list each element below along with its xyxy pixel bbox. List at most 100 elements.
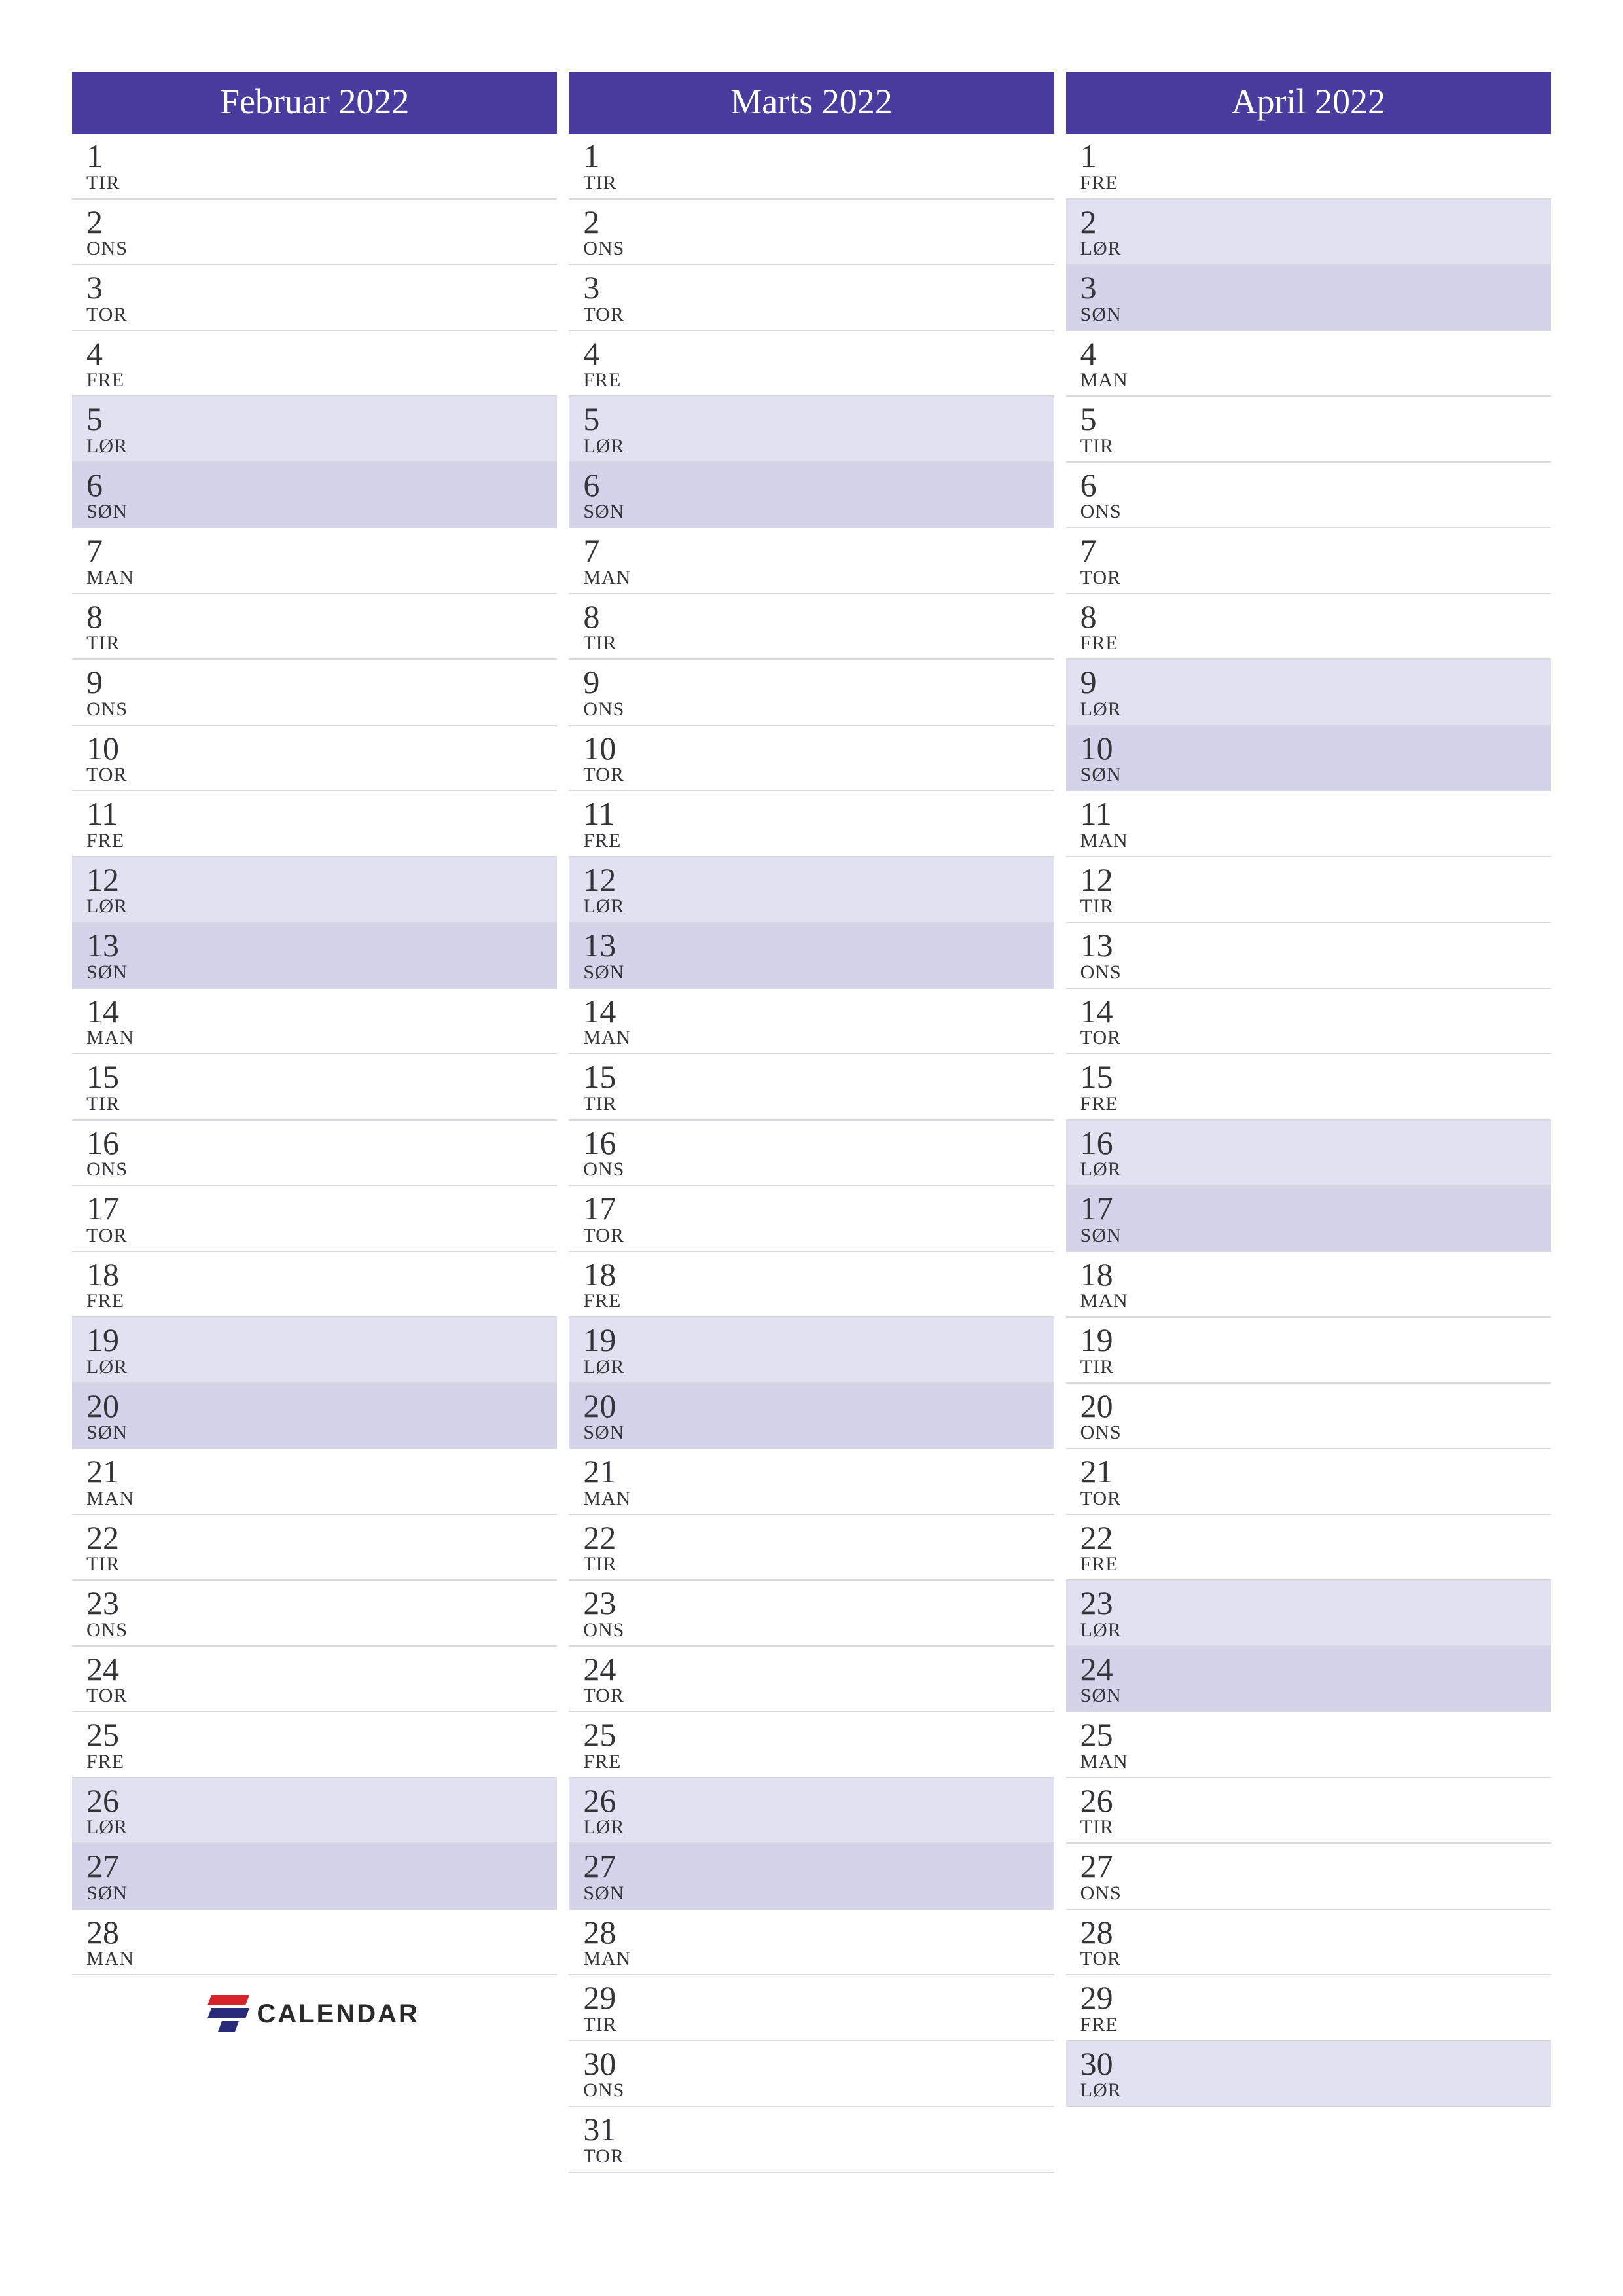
day-of-week-label: TIR: [583, 632, 1054, 655]
day-of-week-label: TOR: [583, 1225, 1054, 1247]
day-cell: 21MAN: [569, 1449, 1054, 1515]
day-cell: 17TOR: [72, 1186, 557, 1252]
day-of-week-label: TIR: [1080, 435, 1551, 457]
day-cell: 24TOR: [569, 1647, 1054, 1713]
day-cell: 1FRE: [1066, 134, 1551, 200]
day-number: 15: [583, 1060, 1054, 1094]
day-of-week-label: MAN: [1080, 369, 1551, 391]
day-number: 17: [1080, 1191, 1551, 1226]
day-cell: 10SØN: [1066, 726, 1551, 792]
day-cell: 3TOR: [72, 265, 557, 331]
day-cell: 2ONS: [569, 200, 1054, 266]
day-cell: 11FRE: [72, 791, 557, 857]
day-number: 7: [583, 533, 1054, 568]
day-cell: 23ONS: [569, 1581, 1054, 1647]
day-of-week-label: TOR: [1080, 1027, 1551, 1049]
day-of-week-label: TOR: [1080, 567, 1551, 589]
day-number: 21: [583, 1454, 1054, 1489]
day-of-week-label: FRE: [1080, 2014, 1551, 2036]
day-cell: 27SØN: [569, 1844, 1054, 1910]
day-of-week-label: TIR: [1080, 1356, 1551, 1378]
day-number: 5: [583, 402, 1054, 437]
day-number: 22: [86, 1520, 557, 1555]
day-of-week-label: ONS: [583, 1619, 1054, 1641]
day-number: 18: [583, 1257, 1054, 1292]
day-number: 30: [1080, 2047, 1551, 2081]
day-cell: 5LØR: [569, 397, 1054, 463]
day-number: 5: [86, 402, 557, 437]
day-of-week-label: TOR: [583, 2145, 1054, 2168]
day-cell: 11FRE: [569, 791, 1054, 857]
day-of-week-label: MAN: [1080, 1751, 1551, 1773]
day-of-week-label: MAN: [86, 567, 557, 589]
day-cell: 28MAN: [72, 1910, 557, 1976]
day-of-week-label: MAN: [583, 1027, 1054, 1049]
day-number: 8: [86, 600, 557, 634]
day-cell: 30LØR: [1066, 2041, 1551, 2108]
calendar-3-month: Februar 20221TIR2ONS3TOR4FRE5LØR6SØN7MAN…: [72, 72, 1551, 2173]
day-number: 1: [583, 139, 1054, 173]
day-of-week-label: TOR: [583, 1685, 1054, 1707]
day-of-week-label: LØR: [1080, 238, 1551, 260]
day-of-week-label: MAN: [86, 1027, 557, 1049]
day-of-week-label: LØR: [1080, 1619, 1551, 1641]
day-cell: 12LØR: [569, 857, 1054, 924]
day-of-week-label: TOR: [1080, 1488, 1551, 1510]
day-number: 28: [1080, 1915, 1551, 1950]
day-number: 24: [583, 1652, 1054, 1687]
day-cell: 22TIR: [72, 1515, 557, 1581]
day-of-week-label: LØR: [86, 435, 557, 457]
day-of-week-label: MAN: [1080, 830, 1551, 852]
day-cell: 5TIR: [1066, 397, 1551, 463]
day-of-week-label: FRE: [1080, 632, 1551, 655]
day-number: 7: [1080, 533, 1551, 568]
day-of-week-label: SØN: [1080, 1225, 1551, 1247]
day-of-week-label: SØN: [86, 1422, 557, 1444]
day-number: 16: [1080, 1126, 1551, 1160]
day-number: 28: [583, 1915, 1054, 1950]
day-of-week-label: TIR: [583, 2014, 1054, 2036]
day-cell: 25MAN: [1066, 1712, 1551, 1778]
day-number: 26: [86, 1784, 557, 1818]
day-number: 23: [86, 1586, 557, 1621]
day-number: 27: [1080, 1849, 1551, 1884]
day-number: 22: [583, 1520, 1054, 1555]
day-number: 15: [1080, 1060, 1551, 1094]
day-of-week-label: MAN: [1080, 1290, 1551, 1312]
day-number: 4: [1080, 336, 1551, 371]
month-header: April 2022: [1066, 72, 1551, 134]
day-of-week-label: LØR: [86, 895, 557, 918]
day-cell: 30ONS: [569, 2041, 1054, 2108]
day-number: 16: [583, 1126, 1054, 1160]
day-number: 13: [86, 928, 557, 963]
day-of-week-label: FRE: [583, 1290, 1054, 1312]
day-number: 21: [86, 1454, 557, 1489]
day-number: 13: [1080, 928, 1551, 963]
day-of-week-label: FRE: [1080, 1553, 1551, 1575]
day-of-week-label: LØR: [86, 1356, 557, 1378]
day-of-week-label: FRE: [1080, 1093, 1551, 1115]
day-of-week-label: TOR: [86, 764, 557, 786]
day-number: 22: [1080, 1520, 1551, 1555]
day-cell: 17SØN: [1066, 1186, 1551, 1252]
day-of-week-label: LØR: [1080, 698, 1551, 721]
day-of-week-label: SØN: [583, 1422, 1054, 1444]
day-of-week-label: FRE: [583, 369, 1054, 391]
day-number: 20: [1080, 1389, 1551, 1424]
day-of-week-label: ONS: [583, 698, 1054, 721]
seven-icon: [209, 1995, 247, 2033]
day-number: 1: [86, 139, 557, 173]
day-cell: 21MAN: [72, 1449, 557, 1515]
day-cell: 4FRE: [569, 331, 1054, 397]
day-cell: 9ONS: [72, 660, 557, 726]
day-number: 17: [583, 1191, 1054, 1226]
day-of-week-label: FRE: [1080, 172, 1551, 194]
day-number: 27: [86, 1849, 557, 1884]
day-cell: 14MAN: [72, 989, 557, 1055]
day-number: 10: [583, 731, 1054, 766]
day-of-week-label: LØR: [1080, 1158, 1551, 1181]
day-of-week-label: ONS: [86, 698, 557, 721]
day-number: 31: [583, 2112, 1054, 2147]
day-cell: 7MAN: [569, 528, 1054, 594]
day-cell: 18FRE: [569, 1252, 1054, 1318]
